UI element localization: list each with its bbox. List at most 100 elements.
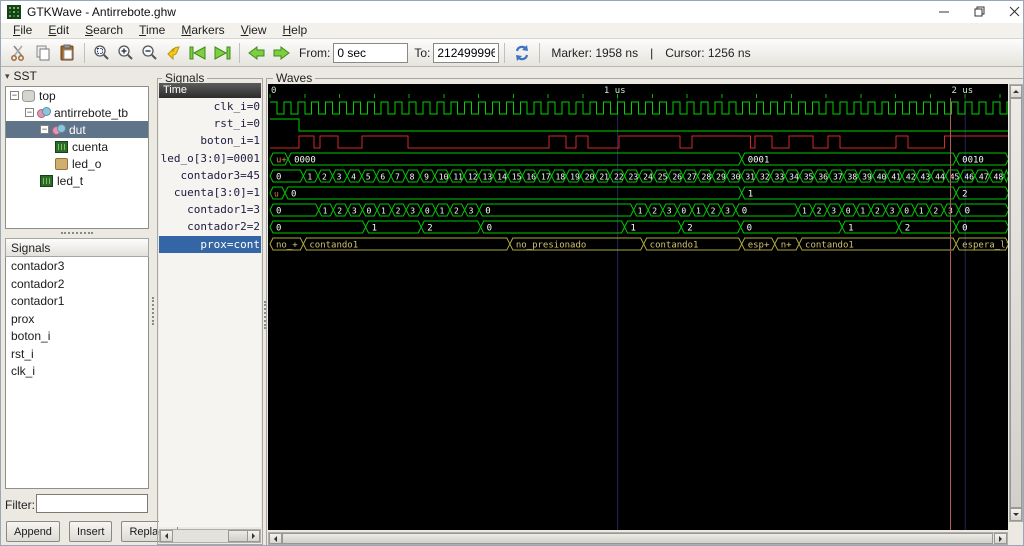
restore-icon [974,6,984,17]
scroll-thumb[interactable] [228,530,248,542]
signal-item-contador1[interactable]: contador1 [6,292,148,310]
paste-icon [60,44,74,60]
scroll-up-button[interactable] [1010,85,1022,98]
to-start-button[interactable] [186,41,210,65]
tree-node-led_t[interactable]: led_t [6,172,148,189]
waves-hscrollbar[interactable] [268,532,1008,545]
signal-item-prox[interactable]: prox [6,310,148,328]
signal-value-row[interactable]: clk_i=0 [159,98,261,115]
svg-text:22: 22 [614,173,624,182]
signal-value-row[interactable]: contador3=45 [159,167,261,184]
signal-value-row[interactable]: rst_i=0 [159,115,261,132]
expander-icon[interactable]: − [40,125,49,134]
close-icon [1009,6,1019,17]
waveform-canvas[interactable]: 01 us 2 usu+ 0000 0001 00100 1 2 3 4 5 6 7 8 9 10 11 12 1… [268,84,1008,530]
tree-node-antirrebote_tb[interactable]: − antirrebote_tb [6,104,148,121]
pane-resize-grip[interactable] [152,297,154,325]
waves-vscrollbar[interactable] [1009,84,1023,522]
close-button[interactable] [997,1,1023,22]
tree-node-top[interactable]: − top [6,87,148,104]
svg-text:9: 9 [424,173,429,182]
expander-icon[interactable]: − [10,91,19,100]
zoom-in-button[interactable] [114,41,138,65]
signal-item-contador3[interactable]: contador3 [6,257,148,275]
append-button[interactable]: Append [6,521,60,542]
menu-edit[interactable]: Edit [40,23,77,38]
svg-text:no_+: no_+ [276,241,298,251]
restore-button[interactable] [962,1,996,22]
sst-expander[interactable]: ▾ SST [5,69,37,83]
tree-node-cuenta[interactable]: cuenta [6,138,148,155]
signals-hscrollbar[interactable] [159,529,261,543]
scroll-right-button[interactable] [994,533,1007,544]
signal-value-row[interactable]: contador2=2 [159,218,261,235]
svg-text:10: 10 [439,173,449,182]
scroll-thumb[interactable] [1010,98,1022,508]
svg-text:3: 3 [831,207,836,216]
zoom-fit-button[interactable] [90,41,114,65]
signal-item-clk_i[interactable]: clk_i [6,362,148,380]
copy-button[interactable] [31,41,55,65]
svg-text:3: 3 [410,207,415,216]
waves-frame-label: Waves [273,71,316,85]
scroll-left-button[interactable] [269,533,282,544]
signal-item-boton_i[interactable]: boton_i [6,327,148,345]
svg-text:1: 1 [381,207,386,216]
insert-button[interactable]: Insert [68,521,113,542]
signals-column-header[interactable]: Signals [5,238,149,257]
tree-node-dut[interactable]: − dut [6,121,148,138]
scroll-right-button[interactable] [247,530,260,542]
menu-markers[interactable]: Markers [173,23,232,38]
signal-value-list: clk_i=0 rst_i=0 boton_i=1 led_o[3:0]=0001 co… [159,98,261,527]
signal-value-row[interactable]: contador1=3 [159,201,261,218]
tree-node-led_o[interactable]: led_o [6,155,148,172]
paste-button[interactable] [55,41,79,65]
time-column-header[interactable]: Time [159,83,261,98]
expander-triangle-icon: ▾ [5,71,10,81]
svg-text:32: 32 [760,173,770,182]
shift-left-button[interactable] [245,41,269,65]
cut-button[interactable] [7,41,31,65]
expander-icon[interactable]: − [25,108,34,117]
menu-time[interactable]: Time [131,23,173,38]
svg-text:espera_li+: espera_li+ [962,241,1008,251]
minimize-button[interactable] [927,1,961,22]
signal-value-row[interactable]: led_o[3:0]=0001 [159,150,261,167]
to-input[interactable] [433,42,500,63]
port-icon [55,157,68,170]
signal-value-row[interactable]: prox=cont [159,235,261,253]
pane-resize-grip[interactable] [61,232,93,234]
app-icon [7,5,21,19]
reload-button[interactable] [510,41,534,65]
zoom-out-button[interactable] [138,41,162,65]
menu-search[interactable]: Search [77,23,131,38]
tree-node-label: led_t [57,173,84,188]
svg-text:36: 36 [818,173,828,182]
scroll-down-button[interactable] [1010,508,1022,521]
yellow-arrow-icon [167,45,180,60]
svg-text:esp+: esp+ [748,241,770,251]
svg-text:3: 3 [352,207,357,216]
signal-value-row[interactable]: cuenta[3:0]=1 [159,184,261,201]
title-bar: GTKWave - Antirrebote.ghw [1,1,1023,23]
arrow-down-icon [1013,513,1019,519]
svg-text:1: 1 [372,224,377,234]
signal-item-rst_i[interactable]: rst_i [6,345,148,363]
menu-view[interactable]: View [233,23,275,38]
menu-help[interactable]: Help [275,23,316,38]
svg-text:41: 41 [891,173,901,182]
filter-input[interactable] [36,494,148,513]
fetch-marker-button[interactable] [162,41,186,65]
spheres-icon [37,106,51,119]
scroll-thumb[interactable] [282,533,993,544]
spheres-icon [52,123,66,136]
sst-tree: − top − antirrebote_tb − dut cuenta led_o led_t [5,86,149,229]
from-input[interactable] [333,42,409,63]
signal-value-row[interactable]: boton_i=1 [159,132,261,149]
to-end-button[interactable] [210,41,234,65]
signal-item-contador2[interactable]: contador2 [6,275,148,293]
scroll-left-button[interactable] [160,530,173,542]
shift-right-button[interactable] [269,41,293,65]
menu-file[interactable]: File [5,23,40,38]
svg-text:11: 11 [453,173,463,182]
